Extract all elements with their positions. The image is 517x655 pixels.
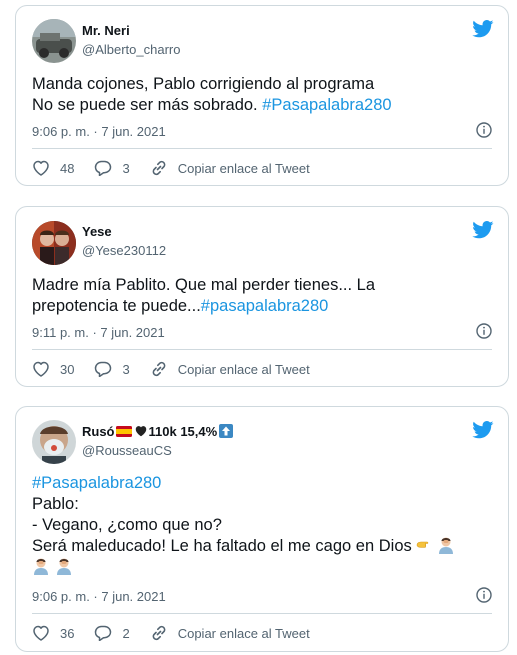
- tweet-text: #Pasapalabra280 Pablo: - Vegano, ¿como q…: [32, 473, 498, 578]
- spain-flag-icon: [115, 426, 132, 437]
- hashtag-link[interactable]: #pasapalabra280: [201, 297, 329, 315]
- reply-button[interactable]: 3: [94, 361, 130, 377]
- display-name[interactable]: Rusó 110k 15,4%: [82, 424, 234, 439]
- facepalm-person-emoji-icon: [34, 558, 48, 575]
- action-bar: 48 3 Copiar enlace al Tweet: [32, 158, 330, 178]
- tweet-text-line: Madre mía Pablito. Que mal perder tienes…: [32, 276, 376, 294]
- copy-link-label: Copiar enlace al Tweet: [177, 625, 310, 641]
- info-icon[interactable]: [476, 122, 492, 138]
- hashtag-link[interactable]: #Pasapalabra280: [32, 473, 498, 494]
- reply-bubble-icon: [94, 625, 112, 641]
- action-bar: 30 3 Copiar enlace al Tweet: [32, 359, 330, 379]
- tweet-text-line: Manda cojones, Pablo corrigiendo al prog…: [32, 75, 375, 93]
- divider: [32, 349, 492, 350]
- reply-count: 3: [122, 361, 130, 377]
- copy-link-label: Copiar enlace al Tweet: [177, 361, 310, 377]
- like-count: 48: [60, 160, 75, 176]
- divider: [32, 148, 492, 149]
- timestamp[interactable]: 9:11 p. m. · 7 jun. 2021: [32, 325, 165, 340]
- link-icon: [150, 624, 168, 642]
- user-handle[interactable]: @Yese230112: [82, 243, 166, 258]
- divider: [32, 613, 492, 614]
- twitter-bird-icon[interactable]: [472, 221, 494, 239]
- link-icon: [150, 360, 168, 378]
- copy-link-label: Copiar enlace al Tweet: [177, 160, 310, 176]
- twitter-bird-icon[interactable]: [472, 20, 494, 38]
- info-icon[interactable]: [476, 323, 492, 339]
- user-handle[interactable]: @Alberto_charro: [82, 42, 180, 57]
- display-name[interactable]: Mr. Neri: [82, 23, 130, 38]
- tweet-text-line: prepotencia te puede...: [32, 297, 201, 315]
- action-bar: 36 2 Copiar enlace al Tweet: [32, 623, 330, 643]
- copy-link-button[interactable]: Copiar enlace al Tweet: [150, 624, 310, 642]
- like-button[interactable]: 48: [32, 160, 74, 176]
- user-handle[interactable]: @RousseauCS: [82, 443, 172, 458]
- tweet-text: Madre mía Pablito. Que mal perder tienes…: [32, 275, 498, 317]
- like-count: 36: [60, 625, 75, 641]
- reply-bubble-icon: [94, 361, 112, 377]
- reply-count: 3: [122, 160, 130, 176]
- avatar[interactable]: [32, 19, 76, 63]
- tweet-text-line: - Vegano, ¿como que no?: [32, 516, 222, 534]
- facepalm-person-emoji-icon: [56, 558, 71, 575]
- up-arrow-icon: [219, 424, 234, 438]
- tweet-card[interactable]: Mr. Neri @Alberto_charro Manda cojones, …: [15, 5, 509, 186]
- heart-icon: [32, 625, 50, 641]
- reply-count: 2: [122, 625, 130, 641]
- tweet-text-line: No se puede ser más sobrado.: [32, 96, 263, 114]
- pointing-hand-emoji-icon: [417, 541, 429, 548]
- copy-link-button[interactable]: Copiar enlace al Tweet: [150, 159, 310, 177]
- like-button[interactable]: 36: [32, 625, 74, 641]
- black-heart-icon: [135, 426, 146, 437]
- reply-bubble-icon: [94, 160, 112, 176]
- heart-icon: [32, 160, 50, 176]
- tweet-text: Manda cojones, Pablo corrigiendo al prog…: [32, 74, 498, 116]
- tweet-text-line: Será maleducado! Le ha faltado el me cag…: [32, 537, 417, 555]
- display-name-prefix: Rusó: [82, 424, 115, 439]
- avatar[interactable]: [32, 221, 76, 265]
- avatar[interactable]: [32, 420, 76, 464]
- link-icon: [150, 159, 168, 177]
- info-icon[interactable]: [476, 587, 492, 603]
- timestamp[interactable]: 9:06 p. m. · 7 jun. 2021: [32, 124, 166, 139]
- like-button[interactable]: 30: [32, 361, 74, 377]
- heart-icon: [32, 361, 50, 377]
- display-name-suffix: 110k 15,4%: [148, 424, 218, 439]
- facepalm-person-emoji-icon: [438, 537, 453, 554]
- twitter-bird-icon[interactable]: [472, 421, 494, 439]
- like-count: 30: [60, 361, 75, 377]
- tweet-text-line: Pablo:: [32, 495, 79, 513]
- copy-link-button[interactable]: Copiar enlace al Tweet: [150, 360, 310, 378]
- reply-button[interactable]: 2: [94, 625, 130, 641]
- tweet-card[interactable]: Yese @Yese230112 Madre mía Pablito. Que …: [15, 206, 509, 387]
- tweet-card[interactable]: Rusó 110k 15,4% @RousseauCS #Pasapalabra2…: [15, 406, 509, 652]
- display-name[interactable]: Yese: [82, 224, 112, 239]
- reply-button[interactable]: 3: [94, 160, 130, 176]
- hashtag-link[interactable]: #Pasapalabra280: [262, 96, 391, 114]
- timestamp[interactable]: 9:06 p. m. · 7 jun. 2021: [32, 589, 166, 604]
